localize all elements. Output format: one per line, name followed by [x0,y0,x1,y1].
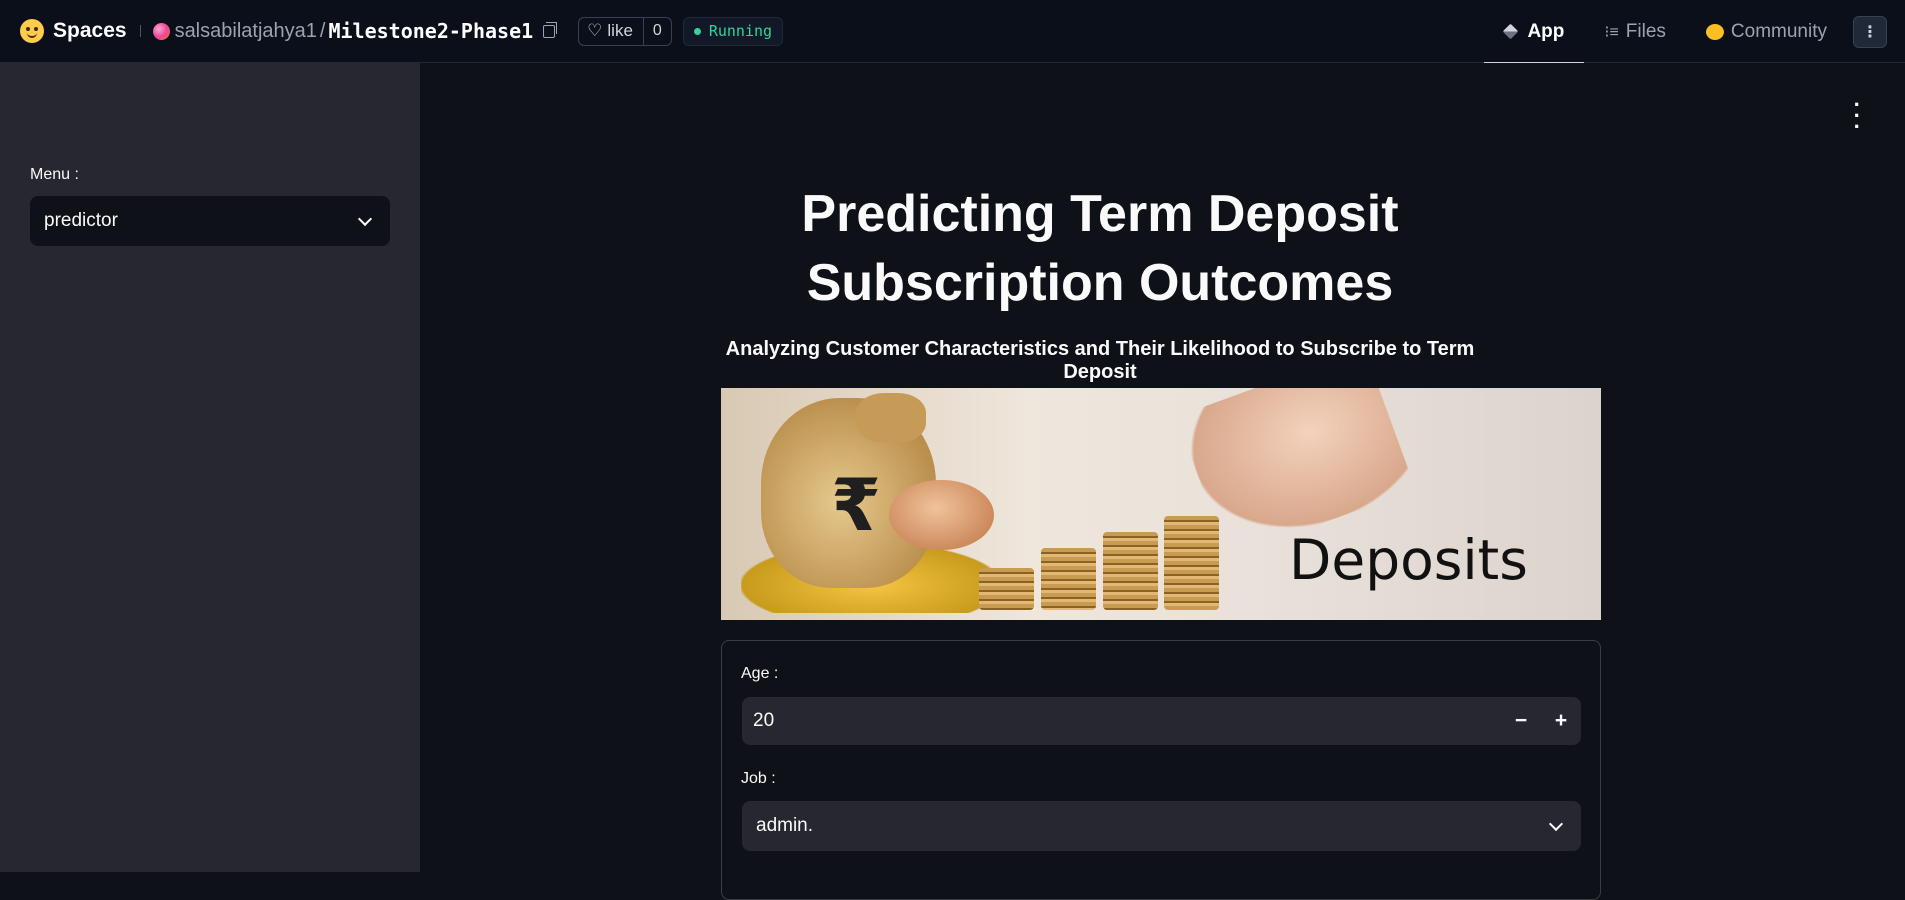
more-options-button[interactable]: ⋮ [1853,15,1887,48]
deposits-banner-image: ₹ Deposits [721,388,1601,620]
tab-app[interactable]: App [1484,0,1585,64]
repo-name-link[interactable]: Milestone2-Phase1 [328,19,533,43]
vertical-dots-icon: ⋮ [1862,23,1878,41]
piggy-bank-graphic [889,480,994,550]
menu-selected-value: predictor [44,210,118,231]
chevron-down-icon [1548,816,1564,831]
like-button[interactable]: ♡ like [579,18,643,45]
job-label: Job : [741,770,776,787]
decrement-button[interactable]: − [1501,697,1541,745]
main-content: · · · Predicting Term Deposit Subscription… [420,63,1905,900]
status-badge[interactable]: Running [682,16,784,46]
chevron-down-icon [357,211,373,226]
age-value[interactable]: 20 [742,710,1501,732]
status-dot-icon [693,27,701,35]
user-avatar[interactable] [152,22,170,40]
sidebar: Menu : predictor [0,63,420,872]
title-line-2: Subscription Outcomes [806,254,1394,312]
coin-stack [1164,516,1219,610]
like-count[interactable]: 0 [642,17,671,45]
tab-community-label: Community [1730,20,1827,42]
like-label: like [607,21,633,40]
job-select[interactable]: admin. [742,801,1581,851]
tab-app-label: App [1527,20,1565,42]
age-number-input[interactable]: 20 − + [742,697,1581,745]
divider [139,25,141,37]
community-icon [1705,23,1724,40]
banner-text: Deposits [1289,528,1528,592]
vertical-dots-icon: · · · [1853,92,1861,139]
spaces-brand[interactable]: Spaces [20,19,127,43]
space-nav: App ⁝≡ Files Community ⋮ [1484,0,1905,64]
tab-files-label: Files [1625,20,1666,42]
menu-label: Menu : [30,166,79,183]
spaces-label[interactable]: Spaces [53,19,127,43]
tab-files[interactable]: ⁝≡ Files [1584,0,1686,63]
coin-stack [979,568,1034,610]
page-title: Predicting Term Deposit Subscription Out… [721,180,1479,318]
tab-community[interactable]: Community [1686,0,1847,63]
path-separator: / [319,19,326,42]
cube-icon [1503,23,1519,40]
hugging-face-logo-icon [20,19,44,43]
coin-stack [1041,548,1096,610]
coin-stack [1103,532,1158,610]
increment-button[interactable]: + [1541,697,1581,745]
status-text: Running [708,22,773,40]
copy-icon[interactable] [543,21,558,38]
files-icon: ⁝≡ [1604,23,1619,41]
heart-icon: ♡ [587,21,603,40]
menu-select[interactable]: predictor [30,196,390,246]
title-line-1: Predicting Term Deposit [801,185,1399,243]
like-widget: ♡ like 0 [578,16,672,46]
page-subtitle: Analyzing Customer Characteristics and T… [725,338,1475,383]
predictor-form: Age : 20 − + Job : admin. [721,640,1601,900]
main-menu-button[interactable]: · · · [1854,94,1861,138]
rupee-symbol: ₹ [831,463,882,547]
top-bar: Spaces salsabilatjahya1 / Milestone2-Pha… [0,0,1905,64]
job-selected-value: admin. [756,815,814,836]
age-label: Age : [741,665,779,682]
repo-owner-link[interactable]: salsabilatjahya1 [175,20,317,43]
